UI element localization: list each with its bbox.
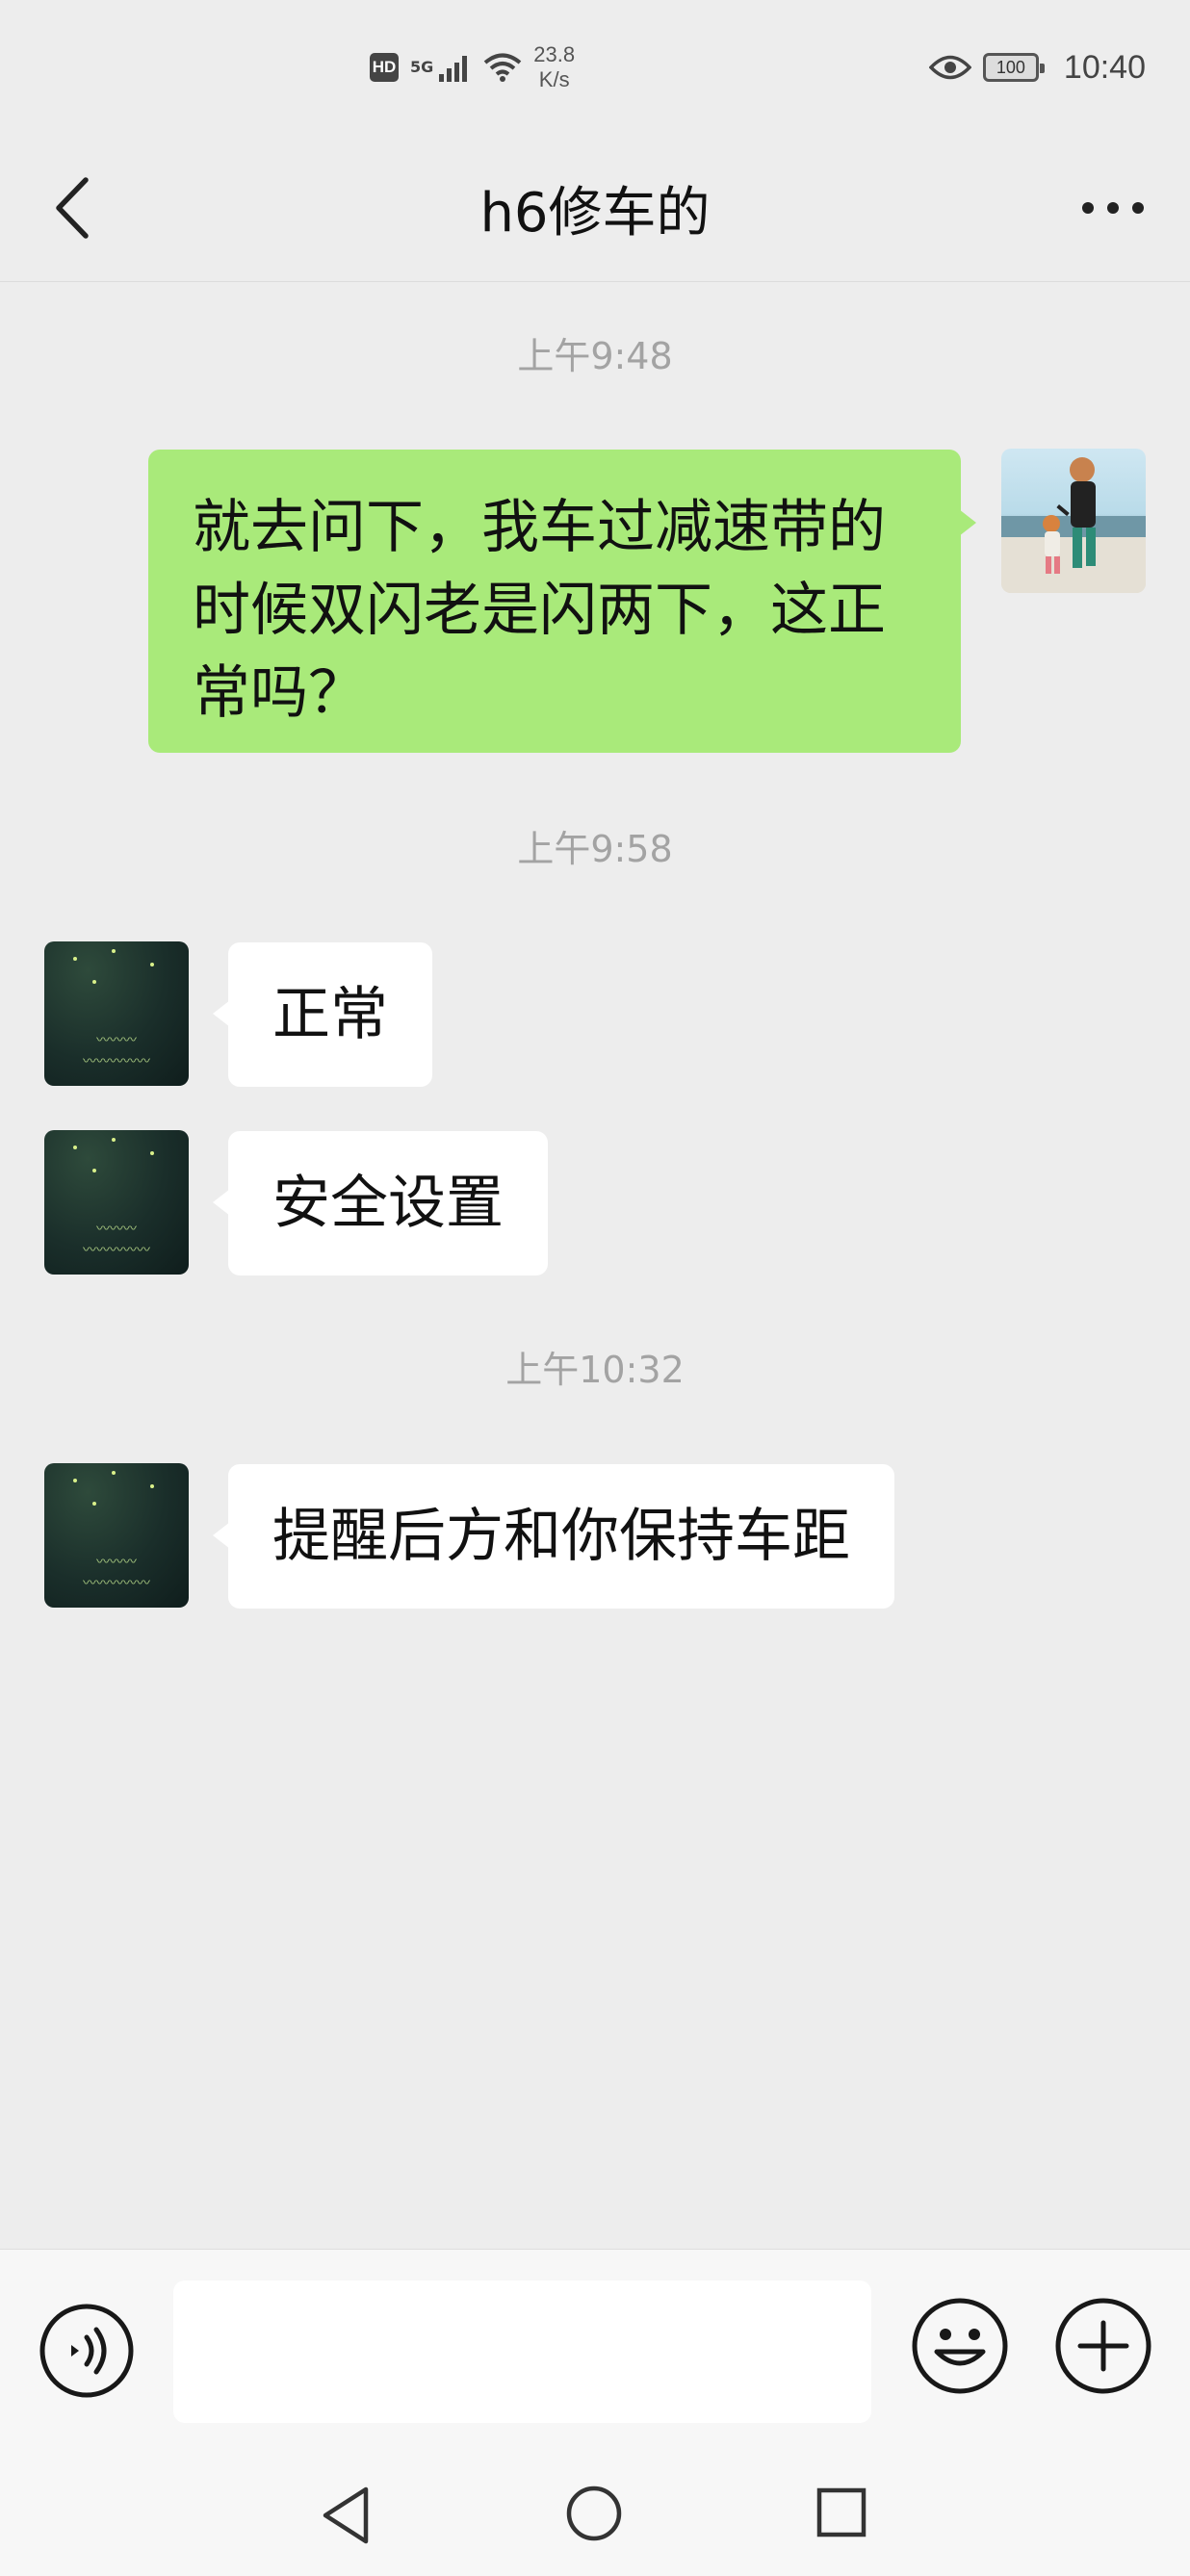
avatar-caption-art: 〰〰〰 xyxy=(96,1555,137,1570)
message-text: 提醒后方和你保持车距 xyxy=(272,1503,850,1570)
avatar-caption-art: 〰〰〰 xyxy=(96,1033,137,1048)
nav-back-icon xyxy=(323,2486,369,2544)
status-bar: HD 5G 23.8 K/s 100 10:40 xyxy=(0,0,1190,135)
signal-icon xyxy=(439,56,468,82)
message-timestamp: 上午9:58 xyxy=(517,828,673,870)
contact-avatar[interactable]: 〰〰〰 〰〰〰〰〰 xyxy=(44,1463,189,1608)
more-functions-button[interactable] xyxy=(1053,2296,1153,2396)
message-text-line: 就去问下，我车过减速带的 xyxy=(193,494,886,561)
more-button[interactable] xyxy=(1065,169,1161,246)
emoji-button[interactable] xyxy=(910,2296,1010,2396)
message-text-line: 常吗？ xyxy=(193,659,366,727)
avatar-caption-art: 〰〰〰〰〰 xyxy=(83,1054,150,1069)
status-right: 100 10:40 xyxy=(928,39,1146,96)
network-speed: 23.8 K/s xyxy=(533,42,575,92)
hd-icon: HD xyxy=(370,53,399,82)
more-dots-icon xyxy=(1107,202,1119,214)
more-dots-icon xyxy=(1082,202,1094,214)
avatar-caption-art: 〰〰〰 xyxy=(96,1222,137,1237)
battery-icon: 100 xyxy=(982,53,1045,82)
emoji-icon xyxy=(912,2298,1008,2394)
clock: 10:40 xyxy=(1063,48,1146,86)
contact-avatar[interactable]: 〰〰〰 〰〰〰〰〰 xyxy=(44,1130,189,1275)
message-input[interactable] xyxy=(173,2280,871,2423)
message-timestamp: 上午9:48 xyxy=(517,335,673,377)
chat-header: h6修车的 xyxy=(0,135,1190,282)
wifi-icon xyxy=(483,53,522,82)
input-bar xyxy=(0,2249,1190,2454)
voice-icon xyxy=(39,2304,134,2398)
more-dots-icon xyxy=(1132,202,1144,214)
avatar-illustration xyxy=(1001,457,1146,593)
avatar-caption-art: 〰〰〰〰〰 xyxy=(83,1576,150,1591)
nav-back-button[interactable] xyxy=(318,2484,375,2547)
contact-message-bubble[interactable]: 提醒后方和你保持车距 xyxy=(213,1464,894,1609)
speed-unit: K/s xyxy=(538,67,570,91)
network-type: 5G xyxy=(410,58,434,76)
message-timestamp: 上午10:32 xyxy=(505,1349,685,1391)
nav-home-button[interactable] xyxy=(564,2484,624,2543)
contact-message-bubble[interactable]: 正常 xyxy=(213,942,432,1087)
nav-recent-icon xyxy=(816,2487,867,2537)
my-avatar[interactable] xyxy=(1001,449,1146,593)
nav-recent-button[interactable] xyxy=(815,2486,868,2539)
back-button[interactable] xyxy=(39,166,106,250)
eye-icon xyxy=(928,55,971,80)
status-left: HD 5G 23.8 K/s xyxy=(370,39,575,96)
speed-value: 23.8 xyxy=(533,42,576,66)
message-text: 安全设置 xyxy=(272,1170,504,1237)
nav-home-icon xyxy=(566,2486,622,2541)
contact-avatar[interactable]: 〰〰〰 〰〰〰〰〰 xyxy=(44,941,189,1086)
contact-message-bubble[interactable]: 安全设置 xyxy=(213,1131,548,1275)
message-text-line: 时候双闪老是闪两下，这正 xyxy=(193,577,886,644)
page-title: h6修车的 xyxy=(479,181,711,245)
my-message-bubble[interactable]: 就去问下，我车过减速带的 时候双闪老是闪两下，这正 常吗？ xyxy=(148,450,976,753)
voice-button[interactable] xyxy=(39,2303,135,2399)
system-navigation-bar xyxy=(0,2453,1190,2576)
plus-icon xyxy=(1055,2298,1151,2394)
chevron-left-icon xyxy=(56,177,89,239)
battery-level: 100 xyxy=(996,57,1025,77)
avatar-caption-art: 〰〰〰〰〰 xyxy=(83,1243,150,1258)
message-text: 正常 xyxy=(272,981,388,1048)
